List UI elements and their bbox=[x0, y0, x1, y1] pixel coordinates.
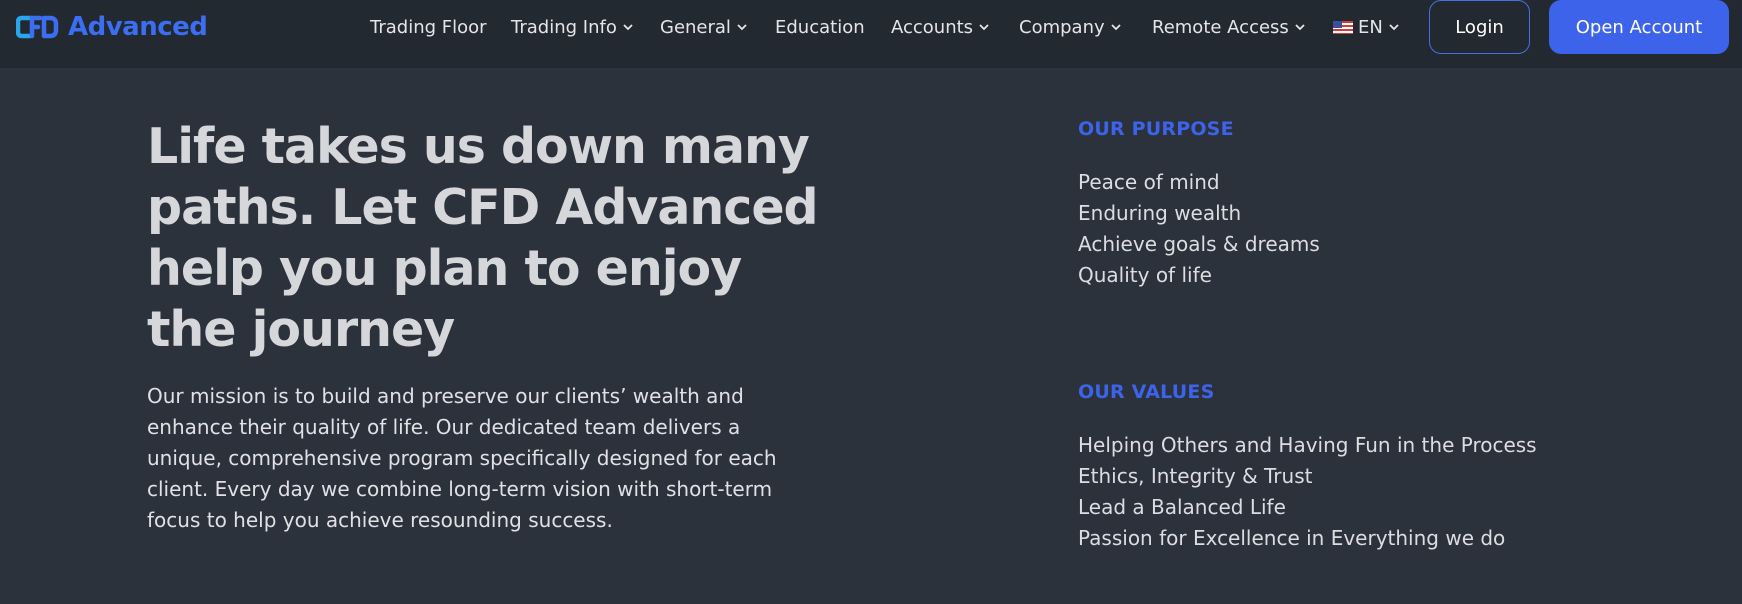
nav-label: Company bbox=[1019, 16, 1105, 38]
list-item: Peace of mind bbox=[1078, 170, 1220, 194]
nav-label: Education bbox=[775, 16, 865, 38]
nav-label: Trading Floor bbox=[370, 16, 487, 38]
list-item: Quality of life bbox=[1078, 263, 1212, 287]
list-item: Enduring wealth bbox=[1078, 201, 1242, 225]
brand-name: Advanced bbox=[68, 12, 208, 42]
list-item: Helping Others and Having Fun in the Pro… bbox=[1078, 433, 1537, 457]
brand-logo[interactable]: Advanced bbox=[16, 12, 208, 42]
chevron-down-icon bbox=[623, 24, 633, 31]
language-label: EN bbox=[1358, 16, 1383, 38]
nav-label: Trading Info bbox=[511, 16, 617, 38]
us-flag-icon bbox=[1333, 20, 1353, 34]
purpose-heading: OUR PURPOSE bbox=[1078, 118, 1234, 140]
cfd-logo-icon bbox=[16, 15, 59, 39]
nav-label: Remote Access bbox=[1152, 16, 1289, 38]
chevron-down-icon bbox=[1295, 24, 1305, 31]
purpose-list: Peace of mind Enduring wealth Achieve go… bbox=[1078, 167, 1320, 291]
top-navbar: Advanced Trading Floor Trading Info Gene… bbox=[0, 0, 1742, 68]
chevron-down-icon bbox=[979, 24, 989, 31]
list-item: Achieve goals & dreams bbox=[1078, 232, 1320, 256]
nav-label: General bbox=[660, 16, 731, 38]
values-list: Helping Others and Having Fun in the Pro… bbox=[1078, 430, 1537, 554]
open-account-button[interactable]: Open Account bbox=[1549, 0, 1729, 54]
chevron-down-icon bbox=[737, 24, 747, 31]
nav-company[interactable]: Company bbox=[1019, 16, 1122, 38]
chevron-down-icon bbox=[1111, 24, 1121, 31]
language-selector[interactable]: EN bbox=[1333, 16, 1400, 38]
nav-education[interactable]: Education bbox=[775, 16, 865, 38]
login-button[interactable]: Login bbox=[1429, 0, 1530, 54]
nav-general[interactable]: General bbox=[660, 16, 748, 38]
nav-trading-floor[interactable]: Trading Floor bbox=[370, 16, 487, 38]
nav-label: Accounts bbox=[891, 16, 974, 38]
values-heading: OUR VALUES bbox=[1078, 381, 1215, 403]
mission-text: Our mission is to build and preserve our… bbox=[147, 384, 777, 532]
nav-remote-access[interactable]: Remote Access bbox=[1152, 16, 1306, 38]
list-item: Lead a Balanced Life bbox=[1078, 495, 1286, 519]
hero-title: Life takes us down many paths. Let CFD A… bbox=[147, 118, 819, 358]
nav-trading-info[interactable]: Trading Info bbox=[511, 16, 634, 38]
list-item: Passion for Excellence in Everything we … bbox=[1078, 526, 1506, 550]
chevron-down-icon bbox=[1389, 24, 1399, 31]
nav-accounts[interactable]: Accounts bbox=[891, 16, 990, 38]
list-item: Ethics, Integrity & Trust bbox=[1078, 464, 1313, 488]
